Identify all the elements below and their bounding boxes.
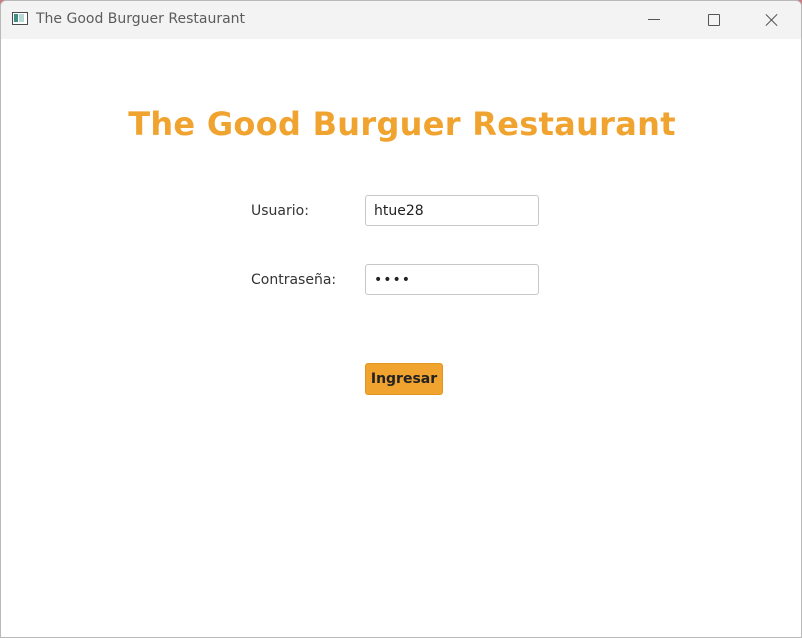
app-window-icon [12,12,28,25]
username-input[interactable] [365,195,539,226]
password-input[interactable] [365,264,539,295]
password-label: Contraseña: [251,272,337,288]
close-icon [765,13,779,27]
close-button[interactable] [749,1,795,39]
window-title: The Good Burguer Restaurant [36,11,246,27]
app-window: The Good Burguer Restaurant The Good Bur… [0,0,802,638]
minimize-icon [648,19,660,20]
minimize-button[interactable] [631,1,677,39]
maximize-button[interactable] [690,1,736,39]
login-button[interactable]: Ingresar [365,363,443,395]
page-title: The Good Burguer Restaurant [128,105,676,143]
maximize-icon [708,14,720,26]
username-label: Usuario: [251,203,309,219]
title-bar[interactable]: The Good Burguer Restaurant [1,1,801,39]
